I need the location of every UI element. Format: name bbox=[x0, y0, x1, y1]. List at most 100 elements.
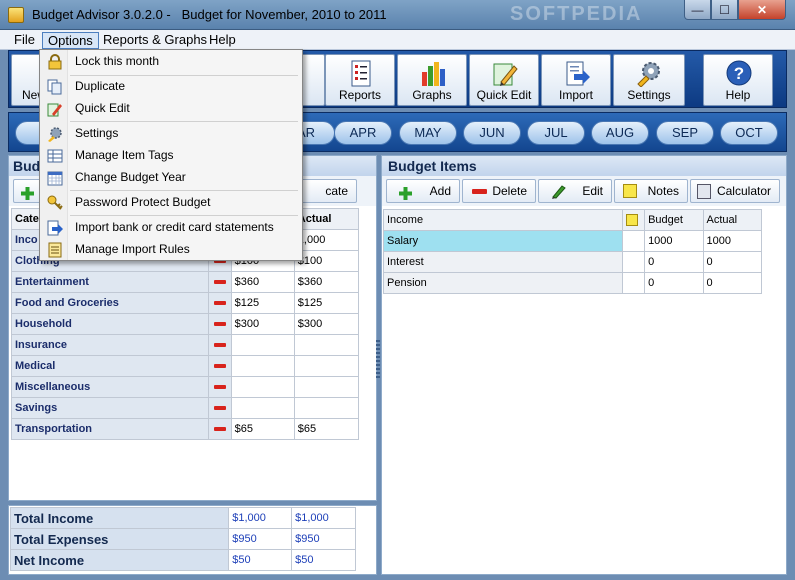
import-button[interactable]: Import bbox=[541, 54, 611, 106]
category-actual[interactable] bbox=[293, 376, 360, 398]
close-button[interactable]: ✕ bbox=[738, 0, 786, 20]
menu-item-import-rules[interactable]: Manage Import Rules bbox=[42, 239, 300, 260]
remove-category-button[interactable] bbox=[207, 376, 232, 398]
category-actual[interactable]: $300 bbox=[293, 313, 360, 335]
item-note[interactable] bbox=[621, 251, 646, 273]
remove-category-button[interactable] bbox=[207, 313, 232, 335]
category-actual[interactable]: $100 bbox=[293, 250, 360, 272]
notes-button[interactable]: Notes bbox=[614, 179, 688, 203]
table-row[interactable]: Insurance bbox=[11, 334, 360, 356]
category-name[interactable]: Entertainment bbox=[11, 271, 209, 293]
month-oct[interactable]: OCT bbox=[720, 121, 778, 145]
panel-splitter[interactable] bbox=[376, 340, 380, 380]
add-item-button[interactable]: Add bbox=[386, 179, 460, 203]
category-budget[interactable]: $125 bbox=[230, 292, 295, 314]
calculator-button[interactable]: Calculator bbox=[690, 179, 780, 203]
category-budget[interactable]: $360 bbox=[230, 271, 295, 293]
category-name[interactable]: Insurance bbox=[11, 334, 209, 356]
gears-icon bbox=[637, 62, 660, 87]
category-actual[interactable]: $65 bbox=[293, 418, 360, 440]
maximize-button[interactable]: ☐ bbox=[711, 0, 738, 20]
table-row[interactable]: Miscellaneous bbox=[11, 376, 360, 398]
table-row[interactable]: Food and Groceries $125 $125 bbox=[11, 292, 360, 314]
item-budget[interactable]: 0 bbox=[644, 251, 704, 273]
settings-button[interactable]: Settings bbox=[613, 54, 685, 106]
category-actual[interactable]: $125 bbox=[293, 292, 360, 314]
month-jul[interactable]: JUL bbox=[527, 121, 585, 145]
table-row[interactable]: Interest 0 0 bbox=[383, 251, 763, 273]
item-name[interactable]: Interest bbox=[383, 251, 623, 273]
category-budget[interactable] bbox=[230, 376, 295, 398]
menu-item-manage-tags[interactable]: Manage Item Tags bbox=[42, 145, 300, 166]
category-name[interactable]: Transportation bbox=[11, 418, 209, 440]
table-row[interactable]: Pension 0 0 bbox=[383, 272, 763, 294]
item-actual[interactable]: 0 bbox=[702, 251, 763, 273]
remove-category-button[interactable] bbox=[207, 271, 232, 293]
remove-category-button[interactable] bbox=[207, 334, 232, 356]
delete-item-button[interactable]: Delete bbox=[462, 179, 536, 203]
category-name[interactable]: Food and Groceries bbox=[11, 292, 209, 314]
duplicate-category-button[interactable]: cate bbox=[297, 179, 357, 203]
menu-item-lock-month[interactable]: Lock this month bbox=[42, 51, 300, 72]
remove-category-button[interactable] bbox=[207, 418, 232, 440]
menu-help[interactable]: Help bbox=[204, 32, 241, 49]
total-income-label: Total Income bbox=[9, 507, 230, 529]
item-actual[interactable]: 0 bbox=[702, 272, 763, 294]
category-name[interactable]: Miscellaneous bbox=[11, 376, 209, 398]
category-actual[interactable]: $360 bbox=[293, 271, 360, 293]
item-budget[interactable]: 1000 bbox=[644, 230, 704, 252]
menu-item-import-statements[interactable]: Import bank or credit card statements bbox=[42, 217, 300, 238]
table-row[interactable]: Transportation $65 $65 bbox=[11, 418, 360, 440]
minus-icon bbox=[213, 427, 226, 431]
menu-item-password-protect[interactable]: Password Protect Budget bbox=[42, 192, 300, 213]
category-budget[interactable] bbox=[230, 334, 295, 356]
item-name[interactable]: Pension bbox=[383, 272, 623, 294]
category-name[interactable]: Savings bbox=[11, 397, 209, 419]
table-row[interactable]: Entertainment $360 $360 bbox=[11, 271, 360, 293]
import-icon bbox=[47, 220, 63, 236]
month-jun[interactable]: JUN bbox=[463, 121, 521, 145]
gears-icon bbox=[48, 127, 62, 142]
category-actual[interactable] bbox=[293, 334, 360, 356]
graphs-button[interactable]: Graphs bbox=[397, 54, 467, 106]
table-row[interactable]: Household $300 $300 bbox=[11, 313, 360, 335]
item-name[interactable]: Salary bbox=[383, 230, 623, 252]
item-actual[interactable]: 1000 bbox=[702, 230, 763, 252]
menu-item-quick-edit[interactable]: Quick Edit bbox=[42, 98, 300, 119]
category-budget[interactable] bbox=[230, 397, 295, 419]
category-budget[interactable]: $300 bbox=[230, 313, 295, 335]
category-budget[interactable]: $65 bbox=[230, 418, 295, 440]
menu-item-duplicate[interactable]: Duplicate bbox=[42, 76, 300, 97]
add-category-button[interactable] bbox=[13, 179, 41, 203]
month-may[interactable]: MAY bbox=[399, 121, 457, 145]
menu-file[interactable]: File bbox=[9, 32, 40, 49]
reports-button[interactable]: Reports bbox=[325, 54, 395, 106]
item-note[interactable] bbox=[621, 230, 646, 252]
category-actual[interactable] bbox=[293, 397, 360, 419]
category-budget[interactable] bbox=[230, 355, 295, 377]
menu-reports-graphs[interactable]: Reports & Graphs bbox=[98, 32, 212, 49]
remove-category-button[interactable] bbox=[207, 292, 232, 314]
category-actual[interactable]: 1,000 bbox=[293, 229, 360, 251]
quick-edit-button[interactable]: Quick Edit bbox=[469, 54, 539, 106]
month-aug[interactable]: AUG bbox=[591, 121, 649, 145]
month-sep[interactable]: SEP bbox=[656, 121, 714, 145]
category-name[interactable]: Medical bbox=[11, 355, 209, 377]
reports-icon bbox=[351, 60, 371, 87]
category-name[interactable]: Household bbox=[11, 313, 209, 335]
menu-options[interactable]: Options bbox=[42, 32, 99, 49]
remove-category-button[interactable] bbox=[207, 397, 232, 419]
menu-item-settings[interactable]: Settings bbox=[42, 123, 300, 144]
table-row[interactable]: Medical bbox=[11, 355, 360, 377]
item-note[interactable] bbox=[621, 272, 646, 294]
help-button[interactable]: ? Help bbox=[703, 54, 773, 106]
table-row[interactable]: Savings bbox=[11, 397, 360, 419]
minimize-button[interactable]: — bbox=[684, 0, 711, 20]
month-apr[interactable]: APR bbox=[334, 121, 392, 145]
item-budget[interactable]: 0 bbox=[644, 272, 704, 294]
edit-item-button[interactable]: Edit bbox=[538, 179, 612, 203]
table-row[interactable]: Salary 1000 1000 bbox=[383, 230, 763, 252]
menu-item-change-year[interactable]: Change Budget Year bbox=[42, 167, 300, 188]
category-actual[interactable] bbox=[293, 355, 360, 377]
remove-category-button[interactable] bbox=[207, 355, 232, 377]
